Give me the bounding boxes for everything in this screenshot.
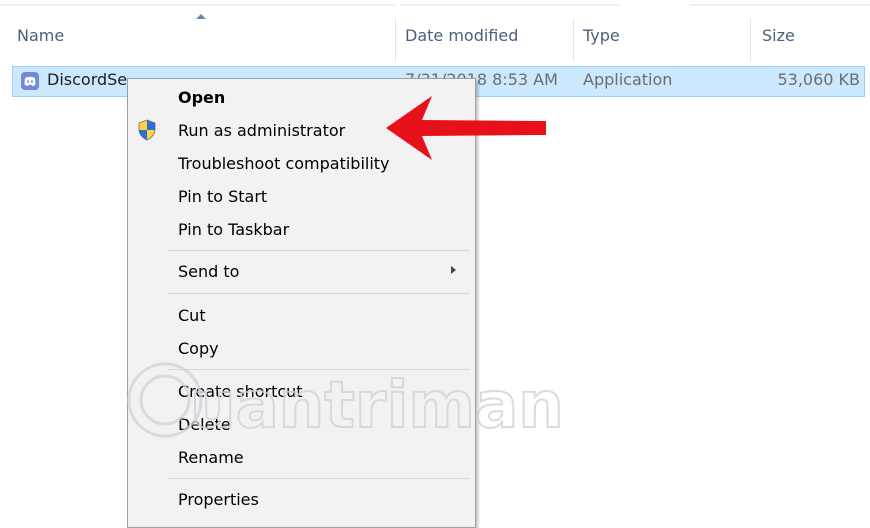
- header-top-line: [690, 4, 870, 6]
- uac-shield-icon: [138, 119, 156, 141]
- menu-item-cut[interactable]: Cut: [178, 306, 206, 325]
- header-top-line: [0, 4, 395, 6]
- menu-item-pin-to-start[interactable]: Pin to Start: [178, 187, 267, 206]
- menu-item-properties[interactable]: Properties: [178, 490, 259, 509]
- menu-item-pin-to-taskbar[interactable]: Pin to Taskbar: [178, 220, 289, 239]
- header-top-line: [400, 4, 620, 6]
- menu-separator: [168, 250, 470, 251]
- sort-ascending-icon[interactable]: [196, 14, 206, 19]
- column-header-date-modified[interactable]: Date modified: [405, 26, 518, 45]
- column-divider[interactable]: [395, 18, 396, 62]
- file-size: 53,060 KB: [777, 70, 860, 89]
- column-header-bar: Name Date modified Type Size: [0, 0, 870, 62]
- column-header-name[interactable]: Name: [17, 26, 64, 45]
- menu-item-delete[interactable]: Delete: [178, 415, 231, 434]
- column-divider[interactable]: [573, 18, 574, 62]
- submenu-chevron-right-icon: [451, 266, 456, 274]
- file-type: Application: [583, 70, 673, 89]
- menu-separator: [168, 369, 470, 370]
- menu-item-troubleshoot-compatibility[interactable]: Troubleshoot compatibility: [178, 154, 390, 173]
- menu-item-open[interactable]: Open: [178, 88, 225, 107]
- red-pointer-arrow-icon: [386, 96, 546, 160]
- menu-item-rename[interactable]: Rename: [178, 448, 244, 467]
- file-name[interactable]: DiscordSe: [47, 70, 127, 89]
- menu-item-create-shortcut[interactable]: Create shortcut: [178, 382, 303, 401]
- discord-icon: [21, 72, 39, 90]
- menu-item-run-as-administrator[interactable]: Run as administrator: [178, 121, 345, 140]
- menu-separator: [168, 478, 470, 479]
- menu-item-send-to[interactable]: Send to: [178, 262, 239, 281]
- column-header-type[interactable]: Type: [583, 26, 620, 45]
- menu-item-copy[interactable]: Copy: [178, 339, 219, 358]
- column-divider[interactable]: [750, 18, 751, 62]
- column-header-size[interactable]: Size: [762, 26, 795, 45]
- menu-separator: [168, 293, 470, 294]
